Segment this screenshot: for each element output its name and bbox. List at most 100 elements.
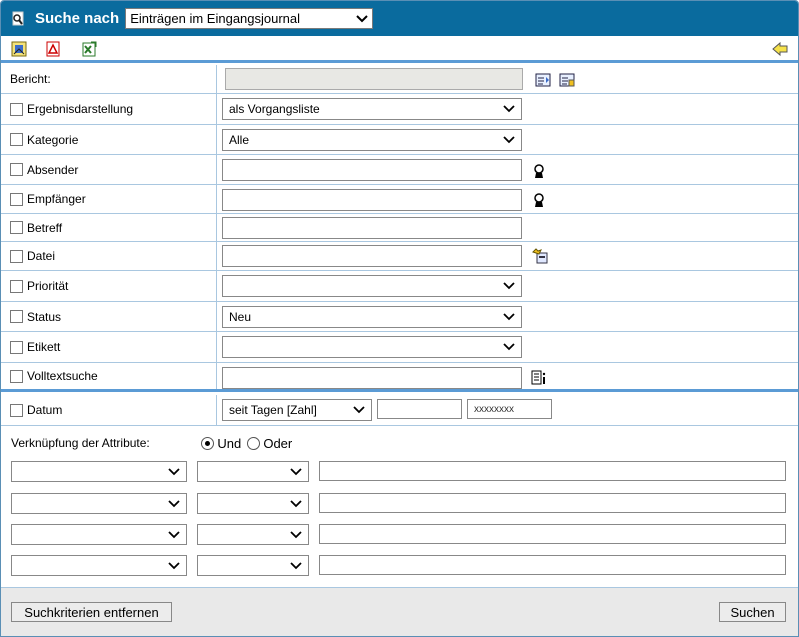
row-absender: Absender [1,155,798,185]
report-icon[interactable] [11,41,27,57]
criteria-operator-select[interactable] [197,524,309,545]
row-datei: Datei [1,242,798,271]
criteria-value-input[interactable] [319,461,786,481]
etikett-select[interactable] [222,336,522,358]
clear-criteria-button[interactable]: Suchkriterien entfernen [11,602,172,622]
chevron-down-icon [503,313,515,321]
etikett-label: Etikett [27,340,61,354]
search-document-icon [12,11,24,25]
person-lookup-icon[interactable] [531,192,547,208]
kategorie-label: Kategorie [27,132,79,147]
save-report-icon[interactable] [559,72,575,88]
betreff-label-cell: Betreff [1,214,217,241]
criteria-attribute-select[interactable] [11,555,187,576]
chevron-down-icon [168,530,180,538]
page-title: Suche nach [35,10,120,27]
absender-input[interactable] [222,159,522,181]
bericht-field [225,68,523,90]
row-etikett: Etikett [1,332,798,363]
kategorie-select[interactable]: Alle [222,129,522,151]
datum-label: Datum [27,403,63,417]
chevron-down-icon [290,467,302,475]
kategorie-label-cell: Kategorie [1,125,217,154]
open-report-icon[interactable] [535,72,551,88]
row-ergebnisdarstellung: Ergebnisdarstellung als Vorgangsliste [1,94,798,125]
row-datum: Datum seit Tagen [Zahl] xxxxxxxx [1,395,798,426]
footer-bar: Suchkriterien entfernen Suchen [1,587,798,636]
person-lookup-icon[interactable] [531,163,547,179]
excel-export-icon[interactable] [81,41,97,57]
criteria-attribute-select[interactable] [11,524,187,545]
ergebnisdarstellung-checkbox[interactable] [10,102,23,116]
chevron-down-icon [503,136,515,144]
search-window: Suche nach Einträgen im Eingangsjournal … [0,0,799,637]
chevron-down-icon [168,499,180,507]
criteria-operator-select[interactable] [197,555,309,576]
datei-checkbox[interactable] [10,249,23,263]
status-label: Status [27,309,62,324]
empfaenger-label: Empfänger [27,192,86,206]
criteria-value-input[interactable] [319,555,786,575]
toolbar [1,36,798,63]
prioritaet-select[interactable] [222,275,522,297]
absender-checkbox[interactable] [10,163,23,176]
ergebnisdarstellung-select[interactable]: als Vorgangsliste [222,98,522,120]
row-betreff: Betreff [1,214,798,242]
datei-label: Datei [27,249,56,263]
datum-secondary-input[interactable]: xxxxxxxx [467,399,552,419]
criteria-attribute-select[interactable] [11,461,187,482]
bericht-label: Bericht: [10,72,51,86]
chevron-down-icon [503,343,515,351]
file-browse-icon[interactable] [532,248,548,264]
prioritaet-checkbox[interactable] [10,279,23,293]
absender-label-cell: Absender [1,155,217,184]
chevron-down-icon [290,530,302,538]
empfaenger-label-cell: Empfänger [1,185,217,213]
criteria-value-input[interactable] [319,524,786,544]
etikett-checkbox[interactable] [10,340,23,354]
kategorie-checkbox[interactable] [10,133,23,146]
radio-und[interactable]: Und [201,436,241,451]
bericht-label-cell: Bericht: [1,65,217,93]
back-arrow-icon[interactable] [772,41,788,57]
chevron-down-icon [353,406,365,414]
chevron-down-icon [290,561,302,569]
row-kategorie: Kategorie Alle [1,125,798,155]
search-button[interactable]: Suchen [719,602,786,622]
criteria-operator-select[interactable] [197,461,309,482]
volltextsuche-input[interactable] [222,367,522,389]
datei-input[interactable] [222,245,522,267]
prioritaet-label-cell: Priorität [1,271,217,301]
chevron-down-icon [503,282,515,290]
volltextsuche-checkbox[interactable] [10,369,23,383]
criteria-attribute-select[interactable] [11,493,187,514]
row-volltextsuche: Volltextsuche [1,363,798,392]
status-select[interactable]: Neu [222,306,522,328]
pdf-icon[interactable] [45,41,61,57]
row-empfaenger: Empfänger [1,185,798,214]
row-bericht: Bericht: [1,65,798,94]
absender-label: Absender [27,162,79,177]
criteria-operator-select[interactable] [197,493,309,514]
volltextsuche-label-cell: Volltextsuche [1,363,217,389]
search-target-select[interactable]: Einträgen im Eingangsjournal [125,8,374,29]
datum-value-input[interactable] [377,399,462,419]
empfaenger-checkbox[interactable] [10,192,23,206]
datum-checkbox[interactable] [10,403,23,417]
ergebnisdarstellung-label: Ergebnisdarstellung [27,102,134,116]
betreff-checkbox[interactable] [10,221,23,234]
empfaenger-input[interactable] [222,189,522,211]
attribute-link-row: Verknüpfung der Attribute: Und Oder [1,436,798,454]
datei-label-cell: Datei [1,242,217,270]
datum-mode-select[interactable]: seit Tagen [Zahl] [222,399,372,421]
criteria-value-input[interactable] [319,493,786,513]
radio-und-button[interactable] [201,437,214,450]
betreff-input[interactable] [222,217,522,239]
radio-oder[interactable]: Oder [247,436,292,451]
fulltext-info-icon[interactable] [531,370,547,386]
chevron-down-icon [356,14,368,22]
radio-oder-button[interactable] [247,437,260,450]
status-label-cell: Status [1,302,217,331]
status-checkbox[interactable] [10,310,23,323]
chevron-down-icon [168,467,180,475]
